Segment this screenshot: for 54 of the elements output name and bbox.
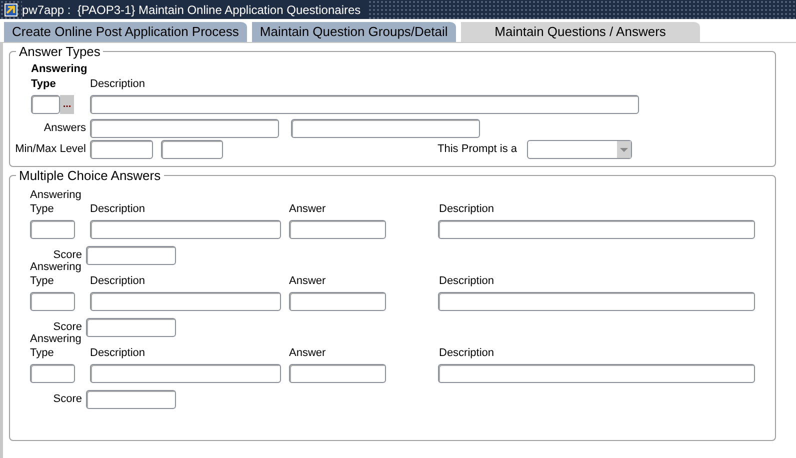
input-field[interactable] (90, 364, 281, 383)
input-field[interactable] (288, 220, 386, 239)
input-field[interactable] (288, 292, 386, 311)
input-field[interactable] (86, 246, 176, 265)
field-label: Min/Max Level (15, 143, 86, 156)
field-label: Description (90, 203, 146, 216)
field-label: Description (439, 347, 494, 360)
field-label: Type (30, 203, 55, 216)
field-label: Description (90, 78, 146, 91)
tab[interactable]: Maintain Questions / Answers (460, 21, 700, 42)
field-label: Description (439, 203, 494, 216)
field-label: Description (439, 275, 494, 288)
field-label: Type (31, 78, 57, 91)
field-label: Description (90, 347, 146, 360)
input-field[interactable] (86, 318, 176, 337)
field-label: Score (53, 249, 82, 262)
field-label: This Prompt is a (438, 143, 517, 156)
group-legend: Multiple Choice Answers (16, 168, 164, 183)
field-label: Answer (289, 275, 327, 288)
input-field[interactable] (438, 292, 755, 311)
lookup-button[interactable]: ... (60, 95, 74, 114)
input-field[interactable] (31, 95, 60, 114)
field-label: Score (53, 321, 82, 334)
field-label: Answers (44, 122, 86, 135)
input-field[interactable] (30, 220, 75, 239)
prompt-dropdown[interactable] (527, 140, 632, 159)
app-icon (4, 2, 18, 16)
field-label: Type (30, 347, 55, 360)
input-field[interactable] (90, 95, 639, 114)
field-label: Answer (289, 203, 327, 216)
field-label: Answering (31, 63, 88, 76)
input-field[interactable] (30, 292, 75, 311)
input-field[interactable] (86, 390, 176, 409)
field-label: Type (30, 275, 55, 288)
field-label: Answer (289, 347, 327, 360)
field-label: Answering (30, 333, 82, 346)
input-field[interactable] (90, 119, 279, 138)
field-label: Answering (30, 189, 82, 202)
input-field[interactable] (90, 140, 153, 159)
input-field[interactable] (161, 140, 223, 159)
input-field[interactable] (90, 220, 281, 239)
input-field[interactable] (438, 364, 755, 383)
tab[interactable]: Maintain Question Groups/Detail (250, 21, 456, 42)
input-field[interactable] (90, 292, 281, 311)
tab[interactable]: Create Online Post Application Process (3, 21, 247, 42)
input-field[interactable] (30, 364, 75, 383)
input-field[interactable] (438, 220, 755, 239)
field-label: Score (53, 393, 82, 406)
field-label: Description (90, 275, 146, 288)
window-title: pw7app : {PAOP3-1} Maintain Online Application Questionaires (22, 0, 369, 18)
field-label: Answering (30, 261, 82, 274)
input-field[interactable] (288, 364, 386, 383)
group-legend: Answer Types (16, 44, 104, 59)
input-field[interactable] (291, 119, 480, 138)
